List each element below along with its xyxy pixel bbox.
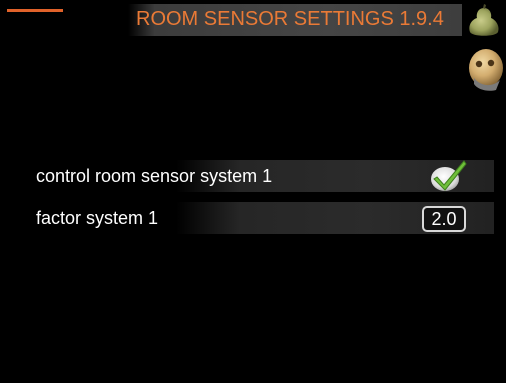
help-face-icon[interactable] <box>466 44 506 94</box>
setting-row-control-room-sensor[interactable]: control room sensor system 1 <box>26 158 494 194</box>
page-title: ROOM SENSOR SETTINGS 1.9.4 <box>136 8 444 30</box>
setting-label: control room sensor system 1 <box>36 166 273 186</box>
setting-row-factor-system[interactable]: factor system 1 2.0 <box>26 200 494 236</box>
screen-border-bottom <box>0 383 510 387</box>
factor-value-field[interactable]: 2.0 <box>422 206 466 232</box>
check-icon[interactable] <box>428 158 468 192</box>
screen-border-right <box>506 0 510 387</box>
setting-label: factor system 1 <box>36 208 159 228</box>
pear-menu-icon[interactable] <box>462 4 506 38</box>
display-screen: ROOM SENSOR SETTINGS 1.9.4 control room … <box>0 0 510 387</box>
top-accent-line <box>7 9 63 12</box>
